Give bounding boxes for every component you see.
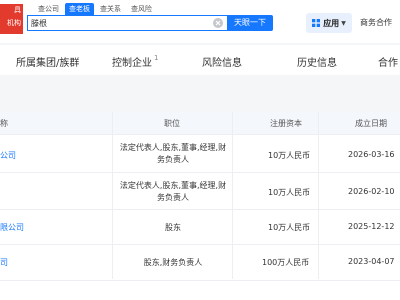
nav-label: 风险信息 <box>202 58 242 69</box>
capital-cell: 10万人民币 <box>268 188 311 197</box>
section-nav: 所属集团/族群 控制企业 1 风险信息 历史信息 合作 <box>0 45 400 75</box>
controlled-companies-table: 称 职位 注册资本 成立日期 公司 法定代表人,股东,董事,经理,财务负责人 1… <box>0 112 400 300</box>
search-type-tabs: 查公司 查老板 查关系 查风险 <box>34 3 158 15</box>
app-menu-button[interactable]: 应用 ▼ <box>306 13 352 33</box>
nav-item-history[interactable]: 历史信息 <box>297 54 337 69</box>
site-logo[interactable]: 具 机构 <box>0 4 23 34</box>
col-header-position: 职位 <box>164 119 180 128</box>
nav-label: 所属集团/族群 <box>16 58 80 69</box>
logo-text-bottom: 机构 <box>7 19 21 27</box>
capital-cell: 100万人民币 <box>262 258 310 267</box>
nav-label: 控制企业 <box>112 58 152 69</box>
col-header-company: 称 <box>0 119 8 128</box>
position-cell: 法定代表人,股东,董事,经理,财务负责人 <box>119 143 227 164</box>
company-name-link[interactable]: 公司 <box>0 150 16 161</box>
table-header: 称 职位 注册资本 成立日期 <box>0 112 400 134</box>
company-name-link[interactable]: 司 <box>0 257 8 268</box>
nav-item-cooperation[interactable]: 合作 <box>378 54 398 69</box>
caret-down-icon: ▼ <box>341 19 346 27</box>
search-button[interactable]: 天眼一下 <box>227 15 273 31</box>
app-grid-icon <box>312 19 321 27</box>
search-box <box>27 15 227 31</box>
company-name-link[interactable]: 限公司 <box>0 222 24 233</box>
date-cell: 2023-04-07 <box>348 257 395 266</box>
business-cooperation-link[interactable]: 商务合作 <box>360 17 392 28</box>
column-divider <box>112 112 113 279</box>
date-cell: 2026-03-16 <box>348 150 395 159</box>
search-tab-relation[interactable]: 查关系 <box>96 3 125 15</box>
date-cell: 2025-12-12 <box>348 222 395 231</box>
position-cell: 股东,财务负责人 <box>143 258 203 267</box>
clear-icon[interactable] <box>213 18 223 28</box>
top-header: 具 机构 查公司 查老板 查关系 查风险 天眼一下 应用 ▼ 商务合作 <box>0 0 400 43</box>
position-cell: 法定代表人,股东,董事,经理,财务负责人 <box>119 181 227 202</box>
search-tab-risk[interactable]: 查风险 <box>127 3 156 15</box>
capital-cell: 10万人民币 <box>268 223 311 232</box>
search-input[interactable] <box>31 16 206 30</box>
capital-cell: 10万人民币 <box>268 151 311 160</box>
table-row: 法定代表人,股东,董事,经理,财务负责人 10万人民币 2026-02-10 <box>0 172 400 210</box>
nav-label: 合作 <box>378 58 398 69</box>
nav-item-risk[interactable]: 风险信息 <box>202 54 242 69</box>
position-cell: 股东 <box>165 223 181 232</box>
nav-label: 历史信息 <box>297 58 337 69</box>
logo-text-top: 具 <box>14 6 21 14</box>
search-tab-company[interactable]: 查公司 <box>34 3 63 15</box>
col-header-capital: 注册资本 <box>270 119 302 128</box>
date-cell: 2026-02-10 <box>348 187 395 196</box>
app-button-label: 应用 <box>323 18 340 28</box>
col-header-date: 成立日期 <box>355 119 387 128</box>
nav-count: 1 <box>154 54 159 62</box>
search-tab-boss[interactable]: 查老板 <box>65 3 94 15</box>
table-row: 司 股东,财务负责人 100万人民币 2023-04-07 <box>0 244 400 281</box>
table-row: 公司 法定代表人,股东,董事,经理,财务负责人 10万人民币 2026-03-1… <box>0 134 400 173</box>
table-row: 限公司 股东 10万人民币 2025-12-12 <box>0 209 400 245</box>
column-divider <box>318 112 319 279</box>
column-divider <box>232 112 233 279</box>
nav-item-group[interactable]: 所属集团/族群 <box>16 54 79 69</box>
nav-item-controlled[interactable]: 控制企业 1 <box>112 54 158 69</box>
